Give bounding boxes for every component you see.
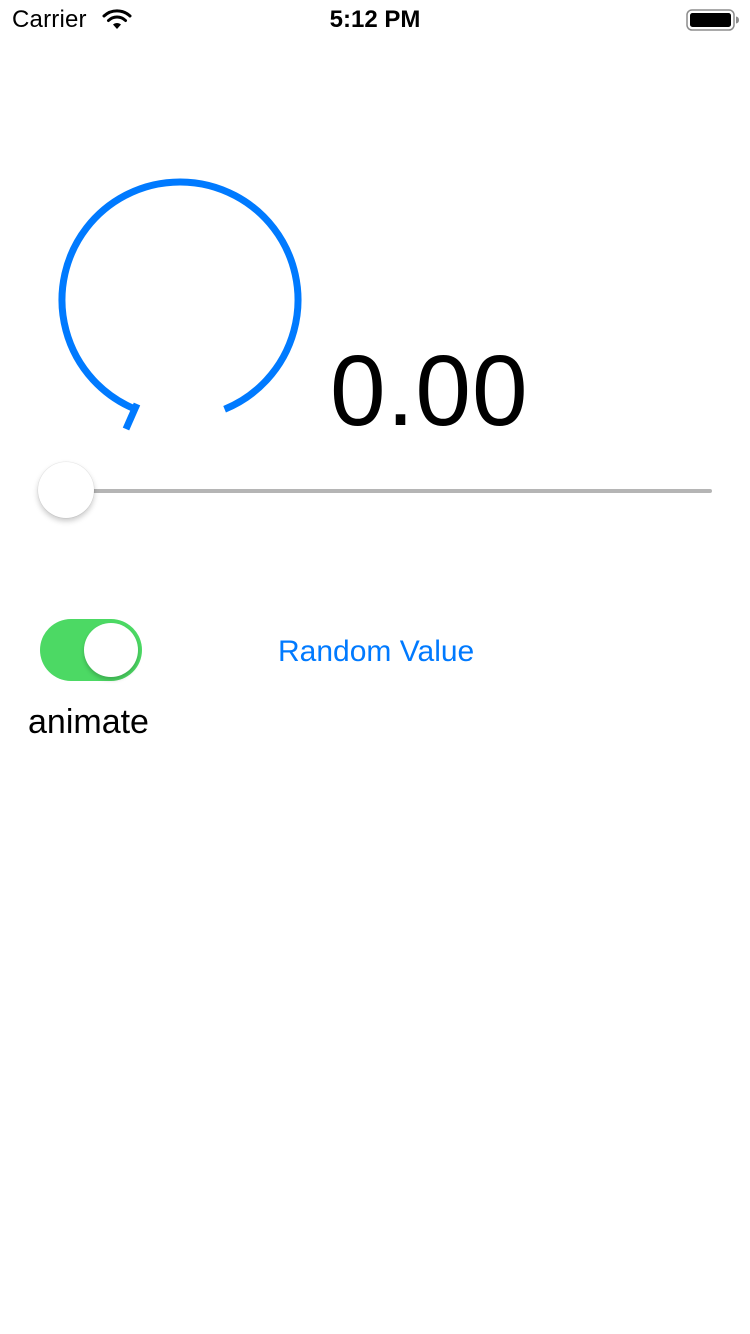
random-value-button[interactable]: Random Value [270,630,482,674]
slider-track[interactable] [66,489,712,493]
status-bar: Carrier 5:12 PM [0,0,750,40]
slider-thumb[interactable] [38,462,94,518]
battery-icon [686,9,739,31]
switch-knob[interactable] [84,623,138,677]
animate-switch[interactable] [40,619,142,681]
animate-label: animate [28,703,149,741]
status-time: 5:12 PM [329,6,421,33]
gauge-dial[interactable] [40,160,320,450]
gauge-arc [58,178,302,413]
value-readout: 0.00 [330,335,529,447]
value-slider[interactable] [38,462,712,518]
